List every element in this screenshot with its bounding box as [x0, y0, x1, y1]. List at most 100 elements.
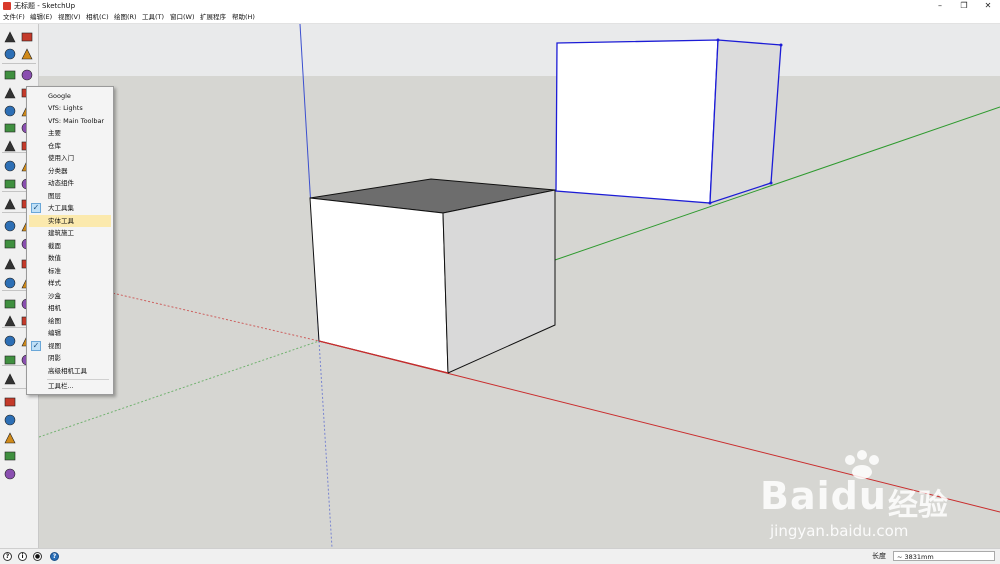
- toolbar-menu-item[interactable]: 数值: [29, 252, 111, 264]
- watermark-cn: 经验: [888, 488, 948, 523]
- orbit-icon[interactable]: [3, 276, 17, 290]
- make-component-icon[interactable]: [20, 47, 34, 61]
- left-view-icon[interactable]: [3, 467, 17, 481]
- rectangle-icon[interactable]: [3, 86, 17, 100]
- sketchup-app-icon: [3, 2, 11, 10]
- help-icon[interactable]: ?: [50, 552, 59, 561]
- paint-bucket-icon[interactable]: [3, 47, 17, 61]
- toolbar-menu-item-label: 视图: [48, 342, 61, 350]
- vertex: [716, 38, 720, 42]
- toolbar-menu-item-label: 阴影: [48, 354, 61, 362]
- toolbar-menu-item-label: 样式: [48, 279, 61, 287]
- toolbar-menu-item[interactable]: ✓ 大工具集: [29, 202, 111, 214]
- walk-icon[interactable]: [3, 353, 17, 367]
- move-icon[interactable]: [3, 159, 17, 173]
- toolbar-separator: [2, 63, 36, 64]
- toolbar-customize-item[interactable]: 工具栏...: [29, 380, 111, 392]
- minimize-button[interactable]: –: [928, 0, 952, 12]
- iso-view-icon[interactable]: [3, 372, 17, 386]
- circle-icon[interactable]: [3, 104, 17, 118]
- position-camera-icon[interactable]: [3, 334, 17, 348]
- toolbar-menu-item[interactable]: ✓ 视图: [29, 340, 111, 352]
- vertex: [708, 201, 712, 205]
- credits-icon[interactable]: i: [18, 552, 27, 561]
- freehand-icon[interactable]: [20, 68, 34, 82]
- vertex: [779, 43, 783, 47]
- toolbar-menu-item[interactable]: 高级相机工具: [29, 365, 111, 377]
- cube-copy-selected[interactable]: [555, 38, 783, 205]
- toolbar-menu-item-label: 绘图: [48, 317, 61, 325]
- menu-draw[interactable]: 绘图(R): [114, 12, 137, 23]
- toolbar-menu-item-label: 仓库: [48, 142, 61, 150]
- toolbar-menu-item-label: Google: [48, 92, 71, 100]
- zoom-icon[interactable]: [3, 297, 17, 311]
- toolbar-menu-item[interactable]: 分类器: [29, 165, 111, 177]
- menu-file[interactable]: 文件(F): [3, 12, 25, 23]
- toolbar-menu-item[interactable]: 仓库: [29, 140, 111, 152]
- toolbar-menu-item-label: 截面: [48, 242, 61, 250]
- cube-copy-side-face[interactable]: [709, 39, 782, 204]
- axes-icon[interactable]: [3, 257, 17, 271]
- menu-tools[interactable]: 工具(T): [142, 12, 164, 23]
- close-button[interactable]: ✕: [976, 0, 1000, 12]
- toolbar-menu-item[interactable]: 绘图: [29, 315, 111, 327]
- toolbar-menu-item[interactable]: 标准: [29, 265, 111, 277]
- toolbar-menu-item-label: 标准: [48, 267, 61, 275]
- toolbar-menu-item[interactable]: 相机: [29, 302, 111, 314]
- toolbar-menu-item[interactable]: 阴影: [29, 352, 111, 364]
- eraser-icon[interactable]: [20, 30, 34, 44]
- toolbar-menu-item[interactable]: 使用入门: [29, 152, 111, 164]
- toolbar-menu-item-label: 大工具集: [48, 204, 74, 212]
- menu-camera[interactable]: 相机(C): [86, 12, 109, 23]
- maximize-button[interactable]: ❐: [952, 0, 976, 12]
- toolbar-menu-item-label: 沙盒: [48, 292, 61, 300]
- toolbar-menu-item[interactable]: Google: [29, 90, 111, 102]
- right-view-icon[interactable]: [3, 431, 17, 445]
- menu-edit[interactable]: 编辑(E): [30, 12, 52, 23]
- toolbar-menu-item[interactable]: 图层: [29, 190, 111, 202]
- 2point-arc-icon[interactable]: [3, 139, 17, 153]
- toolbar-menu-item-label: 数值: [48, 254, 61, 262]
- toolbar-menu-item-label: 编辑: [48, 329, 61, 337]
- protractor-icon[interactable]: [3, 237, 17, 251]
- toolbar-menu-item-label: 分类器: [48, 167, 68, 175]
- toolbar-menu-item-label: VfS: Main Toolbar: [48, 117, 105, 125]
- vertex: [769, 181, 773, 185]
- geo-location-icon[interactable]: ?: [3, 552, 12, 561]
- toolbar-menu-item[interactable]: 主要: [29, 127, 111, 139]
- measurements-input[interactable]: ~ 3831mm: [893, 551, 995, 561]
- back-view-icon[interactable]: [3, 449, 17, 463]
- toolbar-menu-item[interactable]: VfS: Main Toolbar: [29, 115, 111, 127]
- top-view-icon[interactable]: [3, 395, 17, 409]
- select-icon[interactable]: [3, 30, 17, 44]
- toolbar-menu-item[interactable]: 沙盒: [29, 290, 111, 302]
- toolbar-menu-item[interactable]: VfS: Lights: [29, 102, 111, 114]
- user-icon[interactable]: ●: [33, 552, 42, 561]
- cube-copy-front-face[interactable]: [555, 39, 719, 204]
- line-icon[interactable]: [3, 68, 17, 82]
- toolbar-menu-item[interactable]: 截面: [29, 240, 111, 252]
- zoom-extents-icon[interactable]: [3, 314, 17, 328]
- rotate-icon[interactable]: [3, 177, 17, 191]
- toolbar-menu-item[interactable]: 样式: [29, 277, 111, 289]
- scale-icon[interactable]: [3, 197, 17, 211]
- tape-measure-icon[interactable]: [3, 219, 17, 233]
- menu-bar: 文件(F) 编辑(E) 视图(V) 相机(C) 绘图(R) 工具(T) 窗口(W…: [0, 12, 1000, 24]
- menu-help[interactable]: 帮助(H): [232, 12, 255, 23]
- toolbar-menu-item-label: 动态组件: [48, 179, 74, 187]
- toolbar-menu-item[interactable]: 建筑施工: [29, 227, 111, 239]
- toolbar-customize-label: 工具栏...: [48, 382, 74, 390]
- arc-icon[interactable]: [3, 121, 17, 135]
- toolbar-menu-item[interactable]: 实体工具: [29, 215, 111, 227]
- menu-window[interactable]: 窗口(W): [170, 12, 195, 23]
- toolbar-menu-item-label: VfS: Lights: [48, 104, 83, 112]
- sky: [39, 24, 1000, 76]
- toolbar-menu-item-label: 使用入门: [48, 154, 74, 162]
- watermark-brand: Baidu: [760, 474, 887, 518]
- window-title: 无标题 - SketchUp: [14, 2, 76, 10]
- toolbar-menu-item[interactable]: 动态组件: [29, 177, 111, 189]
- menu-view[interactable]: 视图(V): [58, 12, 81, 23]
- toolbar-menu-item[interactable]: 编辑: [29, 327, 111, 339]
- menu-extensions[interactable]: 扩展程序: [200, 12, 226, 23]
- front-view-icon[interactable]: [3, 413, 17, 427]
